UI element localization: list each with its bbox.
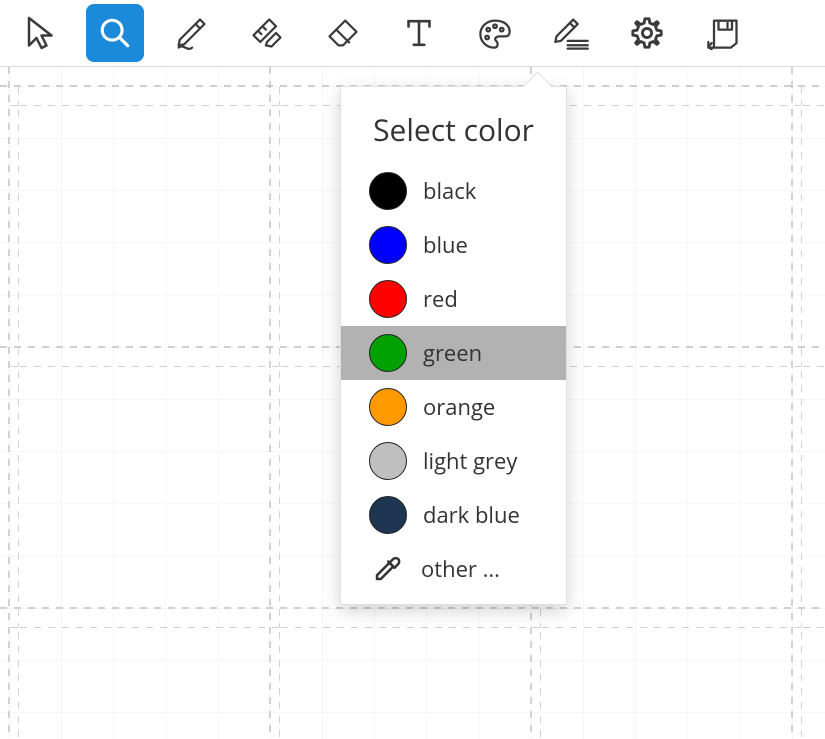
color-item-red[interactable]: red xyxy=(341,272,566,326)
color-item-label: light grey xyxy=(423,446,517,476)
color-item-light-grey[interactable]: light grey xyxy=(341,434,566,488)
pen-lines-icon xyxy=(552,16,590,50)
swatch-light-grey xyxy=(369,442,407,480)
palette-icon xyxy=(477,16,513,50)
color-item-blue[interactable]: blue xyxy=(341,218,566,272)
swatch-dark-blue xyxy=(369,496,407,534)
ruler-pen-icon xyxy=(249,15,285,51)
color-item-label: dark blue xyxy=(423,500,520,530)
ruler-pen-tool[interactable] xyxy=(238,4,296,62)
settings-tool[interactable] xyxy=(618,4,676,62)
pen-icon xyxy=(173,15,209,51)
pointer-icon xyxy=(24,15,54,51)
eyedropper-icon xyxy=(369,551,405,587)
search-icon xyxy=(98,16,132,50)
color-item-dark-blue[interactable]: dark blue xyxy=(341,488,566,542)
color-item-label: other ... xyxy=(421,554,500,584)
pointer-tool[interactable] xyxy=(10,4,68,62)
text-tool[interactable] xyxy=(390,4,448,62)
color-tool[interactable] xyxy=(466,4,524,62)
color-item-label: black xyxy=(423,176,476,206)
color-popup: Select color black blue red green orange… xyxy=(340,86,567,605)
color-item-label: blue xyxy=(423,230,468,260)
pen-tool[interactable] xyxy=(162,4,220,62)
swatch-black xyxy=(369,172,407,210)
color-popup-title: Select color xyxy=(341,87,566,164)
save-tool[interactable] xyxy=(694,4,752,62)
color-popup-list: black blue red green orange light grey d… xyxy=(341,164,566,604)
gear-icon xyxy=(630,16,664,50)
color-item-label: green xyxy=(423,338,482,368)
eraser-tool[interactable] xyxy=(314,4,372,62)
color-item-black[interactable]: black xyxy=(341,164,566,218)
save-icon xyxy=(705,16,741,50)
toolbar xyxy=(0,0,825,67)
search-tool[interactable] xyxy=(86,4,144,62)
color-item-orange[interactable]: orange xyxy=(341,380,566,434)
eraser-icon xyxy=(325,16,361,50)
swatch-green xyxy=(369,334,407,372)
text-icon xyxy=(403,16,435,50)
color-item-green[interactable]: green xyxy=(341,326,566,380)
color-item-label: red xyxy=(423,284,458,314)
swatch-blue xyxy=(369,226,407,264)
pen-width-tool[interactable] xyxy=(542,4,600,62)
color-item-label: orange xyxy=(423,392,495,422)
color-item-other[interactable]: other ... xyxy=(341,542,566,596)
swatch-orange xyxy=(369,388,407,426)
swatch-red xyxy=(369,280,407,318)
